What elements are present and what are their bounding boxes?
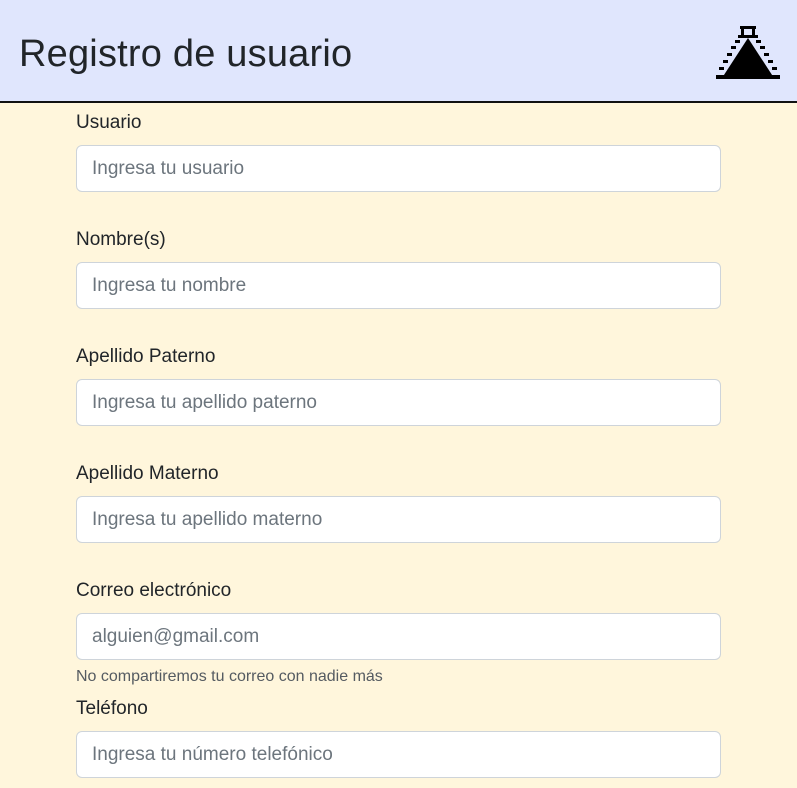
apellido-paterno-input[interactable] — [76, 379, 721, 426]
apellido-materno-input[interactable] — [76, 496, 721, 543]
correo-label: Correo electrónico — [76, 580, 232, 601]
apellido-materno-label: Apellido Materno — [76, 463, 219, 484]
pyramid-icon — [716, 26, 780, 79]
email-help-text: No compartiremos tu correo con nadie más — [76, 668, 383, 685]
usuario-label: Usuario — [76, 112, 142, 133]
usuario-input[interactable] — [76, 145, 721, 192]
nombre-label: Nombre(s) — [76, 229, 166, 250]
page-header: Registro de usuario — [0, 0, 797, 103]
apellido-paterno-label: Apellido Paterno — [76, 346, 216, 367]
telefono-input[interactable] — [76, 731, 721, 778]
telefono-label: Teléfono — [76, 698, 148, 719]
nombre-input[interactable] — [76, 262, 721, 309]
page-title: Registro de usuario — [19, 33, 353, 75]
email-input[interactable] — [76, 613, 721, 660]
